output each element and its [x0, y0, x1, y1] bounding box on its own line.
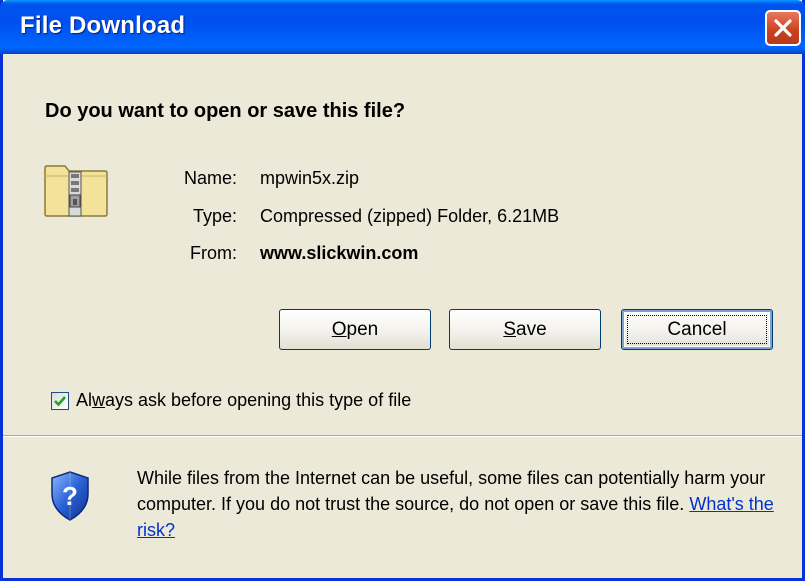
always-ask-label[interactable]: Always ask before opening this type of f…: [76, 390, 411, 411]
always-ask-checkbox[interactable]: [51, 391, 69, 410]
from-label: From:: [190, 243, 237, 263]
close-button[interactable]: [765, 10, 801, 46]
divider-highlight: [3, 436, 802, 437]
cancel-button[interactable]: Cancel: [621, 309, 773, 350]
type-label: Type:: [192, 206, 237, 226]
always-ask-checkbox-row[interactable]: Always ask before opening this type of f…: [51, 390, 411, 411]
from-value: www.slickwin.com: [260, 243, 419, 263]
checkmark-icon: [54, 395, 66, 406]
security-shield-icon: ?: [51, 471, 89, 521]
zip-folder-icon: [44, 165, 108, 217]
save-button-label: Save: [503, 318, 547, 340]
type-value: Compressed (zipped) Folder, 6.21MB: [260, 206, 560, 226]
focus-rectangle: [627, 315, 767, 344]
window-title: File Download: [20, 12, 186, 39]
open-button[interactable]: Open: [279, 309, 431, 350]
file-download-dialog: File Download Do you want to open or sav…: [0, 0, 805, 581]
dialog-question: Do you want to open or save this file?: [45, 100, 406, 122]
open-button-label: Open: [331, 318, 379, 340]
title-bar[interactable]: File Download: [0, 0, 805, 54]
save-button[interactable]: Save: [449, 309, 601, 350]
security-warning-text: While files from the Internet can be use…: [137, 468, 774, 540]
name-label: Name:: [183, 168, 237, 188]
close-icon: [774, 19, 792, 37]
svg-text:?: ?: [62, 481, 78, 511]
name-value: mpwin5x.zip: [260, 168, 360, 188]
